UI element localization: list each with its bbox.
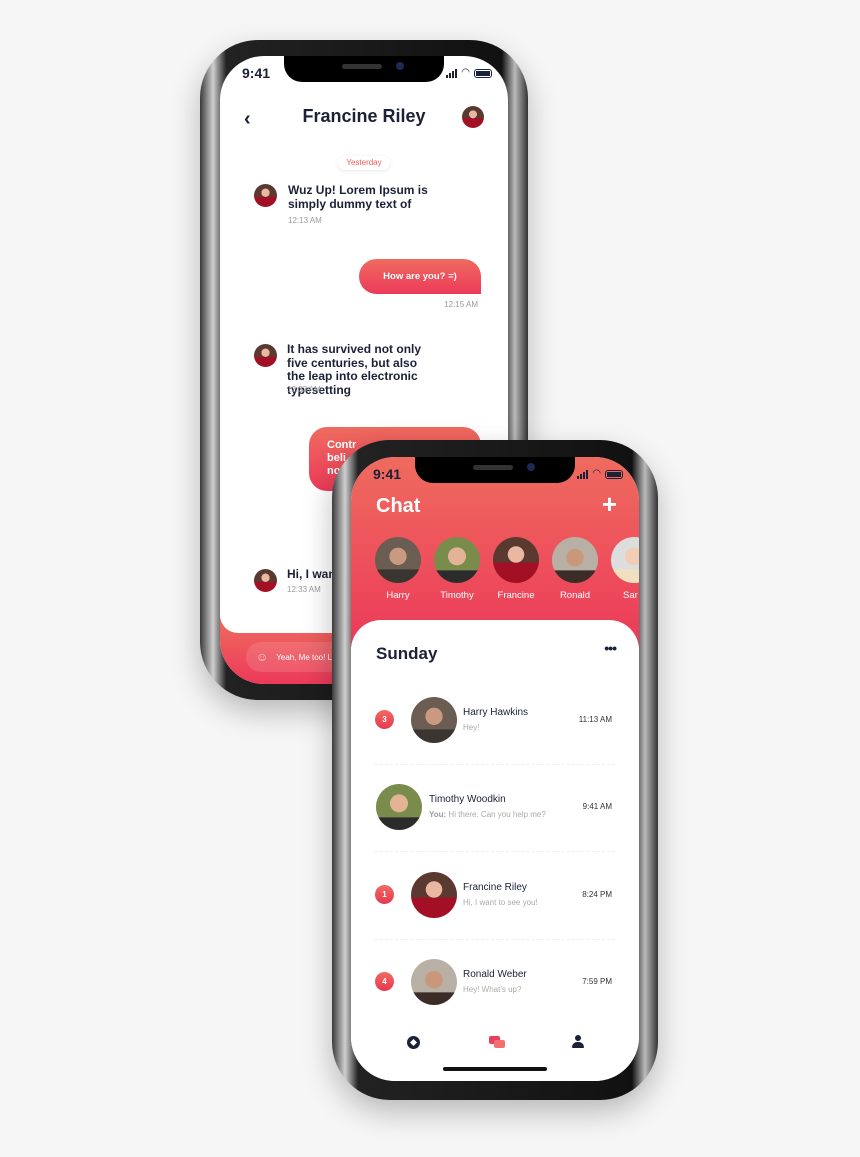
home-indicator bbox=[443, 1067, 547, 1071]
contact-avatar[interactable] bbox=[462, 106, 484, 128]
avatar bbox=[411, 959, 457, 1005]
ellipsis-icon[interactable]: ••• bbox=[604, 640, 617, 656]
profile-icon[interactable] bbox=[572, 1035, 584, 1049]
status-time: 9:41 bbox=[373, 466, 402, 482]
story-avatar[interactable] bbox=[375, 537, 421, 583]
message-time: 12:33 AM bbox=[287, 385, 321, 394]
phone-chat-list: 9:41 ◠ Chat + Harry Timothy Francine Ron… bbox=[332, 440, 658, 1100]
emoji-icon[interactable]: ☺ bbox=[256, 650, 268, 664]
avatar bbox=[411, 872, 457, 918]
avatar bbox=[254, 569, 277, 592]
chat-list-panel: Sunday ••• 3 Harry Hawkins Hey! 11:13 AM… bbox=[351, 620, 639, 1081]
status-time: 9:41 bbox=[242, 65, 271, 81]
story-name: Harry bbox=[386, 590, 410, 601]
section-title: Sunday bbox=[376, 644, 438, 663]
story-avatar[interactable] bbox=[434, 537, 480, 583]
preview-prefix: You: bbox=[429, 810, 447, 819]
avatar bbox=[411, 697, 457, 743]
chat-bubbles-icon[interactable] bbox=[489, 1036, 505, 1048]
unread-badge: 1 bbox=[375, 885, 394, 904]
message-time: 12:33 AM bbox=[287, 585, 321, 594]
unread-badge: 3 bbox=[375, 710, 394, 729]
avatar bbox=[254, 344, 277, 367]
message-time: 7:59 PM bbox=[582, 977, 612, 986]
page-title: Chat bbox=[376, 495, 421, 517]
chat-row[interactable]: 1 Francine Riley Hi, I want to see you! … bbox=[351, 850, 639, 937]
message-preview: Hey! bbox=[463, 723, 480, 732]
story-name: Ronald bbox=[559, 590, 591, 601]
tab-bar bbox=[351, 1028, 639, 1058]
preview-text: Hi there. Can you help me? bbox=[448, 810, 546, 819]
contact-name: Ronald Weber bbox=[463, 969, 527, 980]
message-text: How are you? =) bbox=[383, 271, 457, 282]
story-name: Sar bbox=[623, 590, 638, 601]
message-preview: Hi, I want to see you! bbox=[463, 898, 538, 907]
message-preview: Hey! What's up? bbox=[463, 985, 522, 994]
chat-row[interactable]: 4 Ronald Weber Hey! What's up? 7:59 PM bbox=[351, 937, 639, 1024]
chat-list-screen: 9:41 ◠ Chat + Harry Timothy Francine Ron… bbox=[351, 457, 639, 1081]
input-value: Yeah, Me too! Le bbox=[276, 652, 337, 662]
story-name: Francine bbox=[497, 590, 535, 601]
notch bbox=[284, 56, 444, 82]
status-icons: ◠ bbox=[577, 468, 623, 479]
story-avatar[interactable] bbox=[552, 537, 598, 583]
avatar bbox=[376, 784, 422, 830]
message-time: 11:13 AM bbox=[578, 715, 612, 724]
message-time: 12:15 AM bbox=[444, 300, 478, 309]
sent-bubble: How are you? =) bbox=[359, 259, 481, 294]
message-time: 8:24 PM bbox=[582, 890, 612, 899]
message-preview: You: Hi there. Can you help me? bbox=[429, 810, 546, 819]
story-avatar[interactable] bbox=[493, 537, 539, 583]
contact-name: Francine Riley bbox=[463, 882, 527, 893]
status-icons: ◠ bbox=[446, 67, 492, 78]
unread-badge: 4 bbox=[375, 972, 394, 991]
contact-name: Timothy Woodkin bbox=[429, 794, 506, 805]
notch bbox=[415, 457, 575, 483]
compass-icon[interactable] bbox=[407, 1036, 420, 1049]
date-label: Yesterday bbox=[338, 156, 390, 170]
message-text: Wuz Up! Lorem Ipsum is simply dummy text… bbox=[288, 183, 428, 211]
avatar bbox=[254, 184, 277, 207]
contact-name: Harry Hawkins bbox=[463, 707, 529, 718]
message-time: 12:13 AM bbox=[288, 216, 322, 225]
chat-row[interactable]: Timothy Woodkin You: Hi there. Can you h… bbox=[351, 762, 639, 849]
plus-icon[interactable]: + bbox=[602, 489, 617, 520]
message-time: 9:41 AM bbox=[582, 802, 612, 811]
story-name: Timothy bbox=[440, 590, 474, 601]
chat-row[interactable]: 3 Harry Hawkins Hey! 11:13 AM bbox=[351, 675, 639, 762]
